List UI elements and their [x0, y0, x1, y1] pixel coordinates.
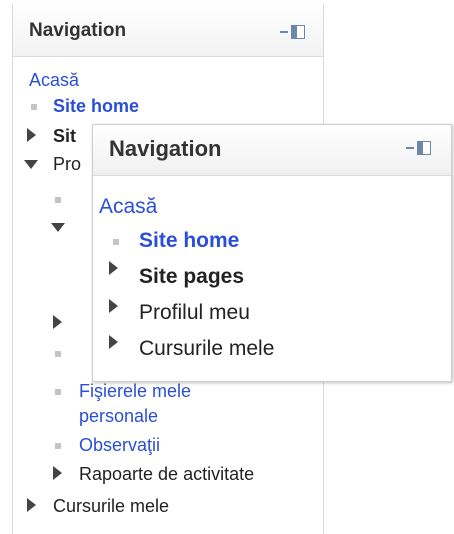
dock-frame	[291, 25, 305, 39]
triangle-right-icon[interactable]	[109, 299, 118, 313]
navigation-block-header: Navigation	[13, 4, 323, 57]
nav-item-profile[interactable]: Profilul meu	[139, 301, 250, 325]
square-bullet-icon	[55, 389, 61, 395]
square-bullet-icon	[55, 351, 61, 357]
nav-item-profile[interactable]: Pro	[53, 154, 81, 175]
triangle-right-icon[interactable]	[53, 466, 62, 480]
dock-frame	[417, 141, 431, 155]
dock-dash	[280, 31, 288, 33]
nav-item-notes[interactable]: Observaţii	[79, 435, 160, 456]
triangle-right-icon[interactable]	[27, 128, 36, 142]
square-bullet-icon	[113, 239, 119, 245]
triangle-right-icon[interactable]	[109, 335, 118, 349]
nav-item-site-pages[interactable]: Sit	[53, 126, 76, 147]
triangle-right-icon[interactable]	[109, 261, 118, 275]
navigation-block-zoomed-title: Navigation	[109, 136, 222, 161]
stage: Navigation Acasă Site home Sit Pro Fişie…	[0, 0, 454, 534]
nav-item-my-courses[interactable]: Cursurile mele	[139, 337, 274, 361]
square-bullet-icon	[31, 104, 37, 110]
nav-item-home[interactable]: Acasă	[99, 195, 157, 219]
square-bullet-icon	[55, 197, 61, 203]
navigation-block-zoomed-header: Navigation	[93, 125, 451, 176]
nav-item-site-pages[interactable]: Site pages	[139, 265, 244, 289]
nav-item-private-files-line2[interactable]: personale	[79, 406, 158, 427]
nav-item-home[interactable]: Acasă	[29, 70, 79, 91]
nav-item-private-files[interactable]: Fişierele mele	[79, 381, 191, 402]
dock-block-icon[interactable]	[280, 25, 305, 39]
triangle-down-icon[interactable]	[24, 160, 38, 169]
navigation-block-zoomed: Navigation Acasă Site home Site pages Pr…	[92, 124, 452, 382]
triangle-down-icon[interactable]	[51, 223, 65, 232]
dock-dash	[406, 147, 414, 149]
dock-block-icon[interactable]	[406, 141, 431, 155]
nav-item-site-home[interactable]: Site home	[139, 229, 239, 253]
navigation-block-title: Navigation	[29, 20, 127, 41]
nav-item-my-courses[interactable]: Cursurile mele	[53, 496, 169, 517]
nav-item-activity-reports[interactable]: Rapoarte de activitate	[79, 464, 254, 485]
triangle-right-icon[interactable]	[27, 498, 36, 512]
nav-item-site-home[interactable]: Site home	[53, 96, 139, 117]
square-bullet-icon	[55, 443, 61, 449]
triangle-right-icon[interactable]	[53, 315, 62, 329]
